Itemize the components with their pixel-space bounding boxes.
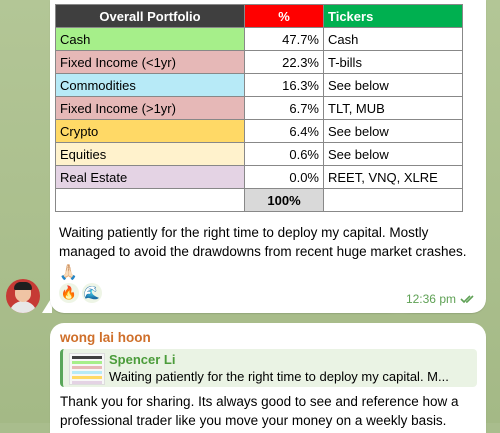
reply-quote[interactable]: Spencer Li Waiting patiently for the rig… [60, 349, 477, 387]
message-bubble-reply[interactable]: wong lai hoon Spencer Li Waiting patient… [50, 323, 486, 433]
cell-category: Commodities [55, 73, 245, 97]
reply-author: Spencer Li [109, 352, 176, 367]
cell-category: Fixed Income (<1yr) [55, 50, 245, 74]
cell-tickers: T-bills [323, 50, 463, 74]
cell-percent: 6.4% [244, 119, 324, 143]
cell-tickers: TLT, MUB [323, 96, 463, 120]
reply-thumbnail [69, 353, 105, 385]
avatar-hair [14, 282, 32, 290]
cell-percent: 0.6% [244, 142, 324, 166]
reply-snippet: Waiting patiently for the right time to … [109, 369, 449, 384]
avatar[interactable] [6, 279, 40, 313]
cell-percent: 16.3% [244, 73, 324, 97]
cell-tickers: Cash [323, 27, 463, 51]
cell-tickers: See below [323, 142, 463, 166]
table-row: Real Estate 0.0% REET, VNQ, XLRE [55, 165, 463, 189]
table-row: Fixed Income (<1yr) 22.3% T-bills [55, 50, 463, 74]
table-row: Crypto 6.4% See below [55, 119, 463, 143]
cell-category: Crypto [55, 119, 245, 143]
header-overall-portfolio: Overall Portfolio [55, 4, 245, 28]
message-bubble[interactable]: Overall Portfolio % Tickers Cash 47.7% Cas… [50, 0, 486, 313]
cell-percent: 0.0% [244, 165, 324, 189]
cell-tickers: See below [323, 73, 463, 97]
table-header-row: Overall Portfolio % Tickers [55, 4, 463, 28]
header-percent: % [244, 4, 324, 28]
cell-category: Real Estate [55, 165, 245, 189]
portfolio-table: Overall Portfolio % Tickers Cash 47.7% Cas… [55, 4, 463, 212]
cell-category: Fixed Income (>1yr) [55, 96, 245, 120]
table-row: Commodities 16.3% See below [55, 73, 463, 97]
reactions: 🔥 🌊 [59, 283, 102, 303]
table-row: Equities 0.6% See below [55, 142, 463, 166]
cell-percent: 47.7% [244, 27, 324, 51]
time-label: 12:36 pm [405, 292, 456, 306]
pray-emoji: 🙏🏻 [59, 264, 78, 281]
blank-cell [55, 188, 245, 212]
cell-tickers: See below [323, 119, 463, 143]
cell-percent: 22.3% [244, 50, 324, 74]
sender-name[interactable]: wong lai hoon [60, 330, 151, 345]
cell-percent: 6.7% [244, 96, 324, 120]
message-text: Waiting patiently for the right time to … [59, 225, 467, 259]
table-row: Cash 47.7% Cash [55, 27, 463, 51]
cell-category: Equities [55, 142, 245, 166]
double-check-icon [460, 295, 474, 304]
table-total-row: 100% [55, 188, 463, 212]
wave-reaction-icon[interactable]: 🌊 [82, 283, 102, 303]
header-tickers: Tickers [323, 4, 463, 28]
avatar-shirt [9, 301, 37, 313]
blank-cell [323, 188, 463, 212]
cell-tickers: REET, VNQ, XLRE [323, 165, 463, 189]
message-timestamp: 12:36 pm [406, 292, 476, 306]
reply-message-text: Thank you for sharing. Its always good t… [60, 394, 459, 428]
fire-reaction-icon[interactable]: 🔥 [59, 283, 79, 303]
table-body: Cash 47.7% Cash Fixed Income (<1yr) 22.3% T-b… [55, 27, 463, 212]
table-row: Fixed Income (>1yr) 6.7% TLT, MUB [55, 96, 463, 120]
cell-total: 100% [244, 188, 324, 212]
cell-category: Cash [55, 27, 245, 51]
